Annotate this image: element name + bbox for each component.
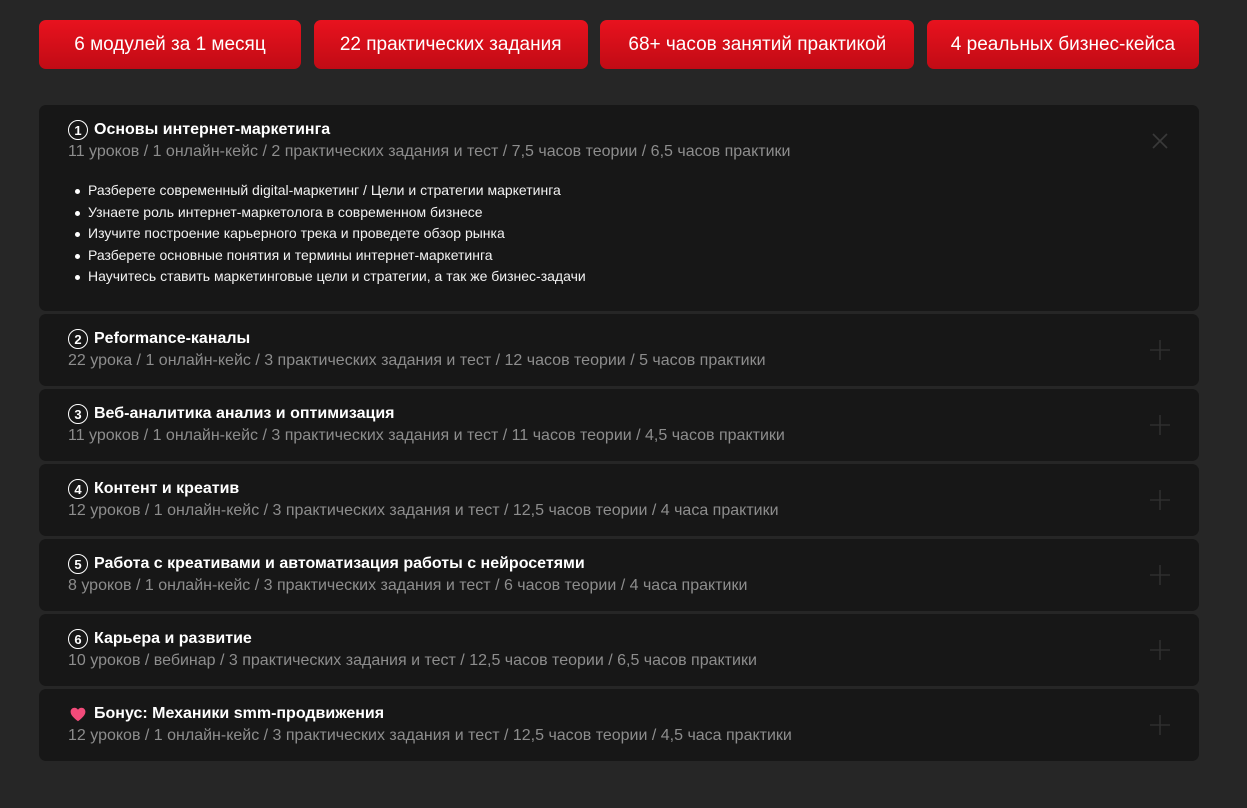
plus-icon[interactable]: [1150, 715, 1170, 735]
module-6-meta: 10 уроков / вебинар / 3 практических зад…: [68, 652, 757, 669]
module-6-header: 6 Карьера и развитие: [68, 628, 1170, 650]
module-2-header: 2 Peformance-каналы: [68, 328, 1170, 350]
module-2[interactable]: 2 Peformance-каналы 22 урока / 1 онлайн-…: [39, 314, 1199, 386]
module-6[interactable]: 6 Карьера и развитие 10 уроков / вебинар…: [39, 614, 1199, 686]
stats-pills: 6 модулей за 1 месяц 22 практических зад…: [39, 20, 1199, 69]
plus-icon[interactable]: [1150, 340, 1170, 360]
module-2-meta: 22 урока / 1 онлайн-кейс / 3 практически…: [68, 352, 766, 369]
pill-business-cases[interactable]: 4 реальных бизнес-кейса: [926, 20, 1199, 69]
module-5-number-badge: 5: [68, 554, 88, 574]
module-4-meta: 12 уроков / 1 онлайн-кейс / 3 практическ…: [68, 502, 779, 519]
module-bonus-title: Бонус: Механики smm-продвижения: [94, 705, 385, 722]
list-item: Изучите построение карьерного трека и пр…: [75, 223, 1170, 245]
plus-icon[interactable]: [1150, 490, 1170, 510]
module-bonus-meta: 12 уроков / 1 онлайн-кейс / 3 практическ…: [68, 727, 792, 744]
heart-icon: [68, 704, 88, 724]
list-item: Научитесь ставить маркетинговые цели и с…: [75, 266, 1170, 288]
module-5[interactable]: 5 Работа с креативами и автоматизация ра…: [39, 539, 1199, 611]
module-1-header: 1 Основы интернет-маркетинга: [68, 119, 1170, 141]
pill-modules[interactable]: 6 модулей за 1 месяц: [39, 20, 301, 69]
pill-practical-tasks[interactable]: 22 практических задания: [313, 20, 588, 69]
module-3-header: 3 Веб-аналитика анализ и оптимизация: [68, 403, 1170, 425]
list-item: Узнаете роль интернет-маркетолога в совр…: [75, 202, 1170, 224]
course-modules-accordion: 1 Основы интернет-маркетинга 11 уроков /…: [39, 105, 1199, 764]
module-1-meta: 11 уроков / 1 онлайн-кейс / 2 практическ…: [68, 143, 791, 160]
module-2-number-badge: 2: [68, 329, 88, 349]
module-6-number-badge: 6: [68, 629, 88, 649]
plus-icon[interactable]: [1150, 565, 1170, 585]
module-5-title: Работа с креативами и автоматизация рабо…: [94, 555, 585, 572]
plus-icon[interactable]: [1150, 640, 1170, 660]
module-4-header: 4 Контент и креатив: [68, 478, 1170, 500]
module-3[interactable]: 3 Веб-аналитика анализ и оптимизация 11 …: [39, 389, 1199, 461]
module-5-meta: 8 уроков / 1 онлайн-кейс / 3 практически…: [68, 577, 748, 594]
list-item: Разберете современный digital-маркетинг …: [75, 180, 1170, 202]
module-3-number-badge: 3: [68, 404, 88, 424]
module-5-header: 5 Работа с креативами и автоматизация ра…: [68, 553, 1170, 575]
module-3-meta: 11 уроков / 1 онлайн-кейс / 3 практическ…: [68, 427, 785, 444]
module-2-title: Peformance-каналы: [94, 330, 251, 347]
module-4-title: Контент и креатив: [94, 480, 240, 497]
module-6-title: Карьера и развитие: [94, 630, 252, 647]
plus-icon[interactable]: [1150, 415, 1170, 435]
pill-practice-hours[interactable]: 68+ часов занятий практикой: [600, 20, 915, 69]
module-4[interactable]: 4 Контент и креатив 12 уроков / 1 онлайн…: [39, 464, 1199, 536]
module-bonus[interactable]: Бонус: Механики smm-продвижения 12 уроко…: [39, 689, 1199, 761]
module-1-topics: Разберете современный digital-маркетинг …: [68, 180, 1170, 288]
module-1[interactable]: 1 Основы интернет-маркетинга 11 уроков /…: [39, 105, 1199, 311]
close-icon[interactable]: [1150, 131, 1170, 151]
list-item: Разберете основные понятия и термины инт…: [75, 245, 1170, 267]
module-4-number-badge: 4: [68, 479, 88, 499]
module-1-number-badge: 1: [68, 120, 88, 140]
module-3-title: Веб-аналитика анализ и оптимизация: [94, 405, 395, 422]
module-1-title: Основы интернет-маркетинга: [94, 121, 331, 138]
module-bonus-header: Бонус: Механики smm-продвижения: [68, 703, 1170, 725]
